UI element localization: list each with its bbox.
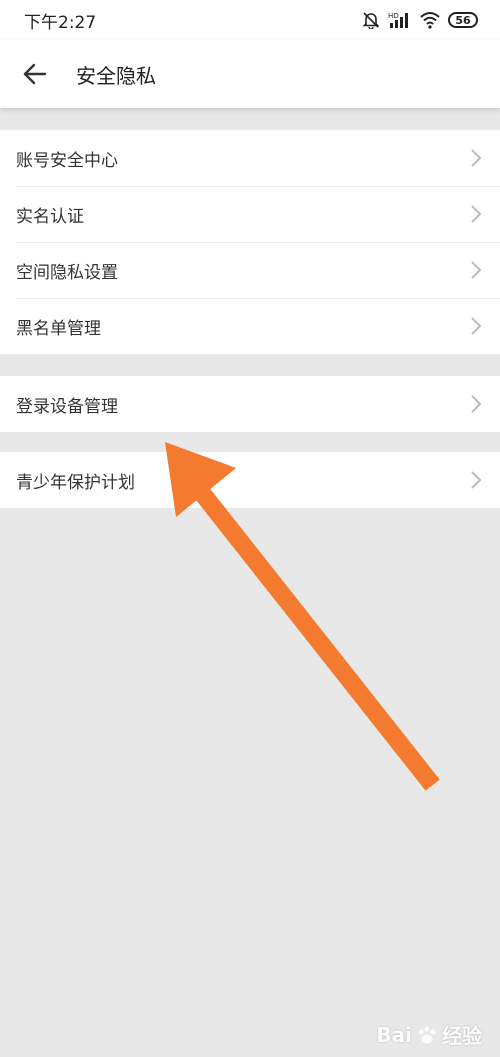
menu-item-label: 黑名单管理 bbox=[16, 318, 101, 339]
menu-item-label: 账号安全中心 bbox=[16, 150, 118, 171]
battery-icon: 56 bbox=[448, 12, 478, 28]
chevron-right-icon bbox=[470, 204, 482, 224]
menu-item-label: 空间隐私设置 bbox=[16, 262, 118, 283]
chevron-right-icon bbox=[470, 148, 482, 168]
annotation-arrow-shaft bbox=[185, 475, 440, 791]
menu-item-label: 青少年保护计划 bbox=[16, 472, 135, 493]
baidu-watermark: Bai 经验 bbox=[376, 1020, 482, 1049]
hd-signal-icon: HD bbox=[388, 12, 408, 28]
back-arrow-icon bbox=[23, 63, 47, 85]
back-button[interactable] bbox=[0, 40, 70, 108]
status-bar: 下午2:27 HD 56 bbox=[0, 0, 500, 40]
watermark-suffix-text: 经验 bbox=[442, 1024, 482, 1048]
chevron-right-icon bbox=[470, 316, 482, 336]
settings-group-account: 账号安全中心 实名认证 空间隐私设置 黑名单管理 bbox=[0, 130, 500, 354]
settings-group-devices: 登录设备管理 bbox=[0, 376, 500, 432]
menu-item-blacklist[interactable]: 黑名单管理 bbox=[0, 298, 500, 354]
status-time: 下午2:27 bbox=[24, 12, 97, 33]
menu-item-space-privacy[interactable]: 空间隐私设置 bbox=[0, 242, 500, 298]
menu-item-label: 登录设备管理 bbox=[16, 396, 118, 417]
wifi-icon bbox=[420, 12, 440, 29]
page-title: 安全隐私 bbox=[76, 63, 156, 88]
menu-item-account-security[interactable]: 账号安全中心 bbox=[0, 130, 500, 186]
chevron-right-icon bbox=[470, 260, 482, 280]
chevron-right-icon bbox=[470, 470, 482, 490]
settings-group-youth: 青少年保护计划 bbox=[0, 452, 500, 508]
svg-text:HD: HD bbox=[388, 12, 399, 20]
menu-item-label: 实名认证 bbox=[16, 206, 84, 227]
status-icons: HD 56 bbox=[362, 11, 478, 29]
menu-item-youth-protection[interactable]: 青少年保护计划 bbox=[0, 452, 500, 508]
app-header: 安全隐私 bbox=[0, 40, 500, 108]
menu-item-login-devices[interactable]: 登录设备管理 bbox=[0, 376, 500, 432]
chevron-right-icon bbox=[470, 394, 482, 414]
watermark-logo-text: Bai bbox=[376, 1022, 412, 1047]
mute-alarm-icon bbox=[362, 12, 380, 29]
paw-icon bbox=[418, 1025, 436, 1043]
menu-item-real-name[interactable]: 实名认证 bbox=[0, 186, 500, 242]
